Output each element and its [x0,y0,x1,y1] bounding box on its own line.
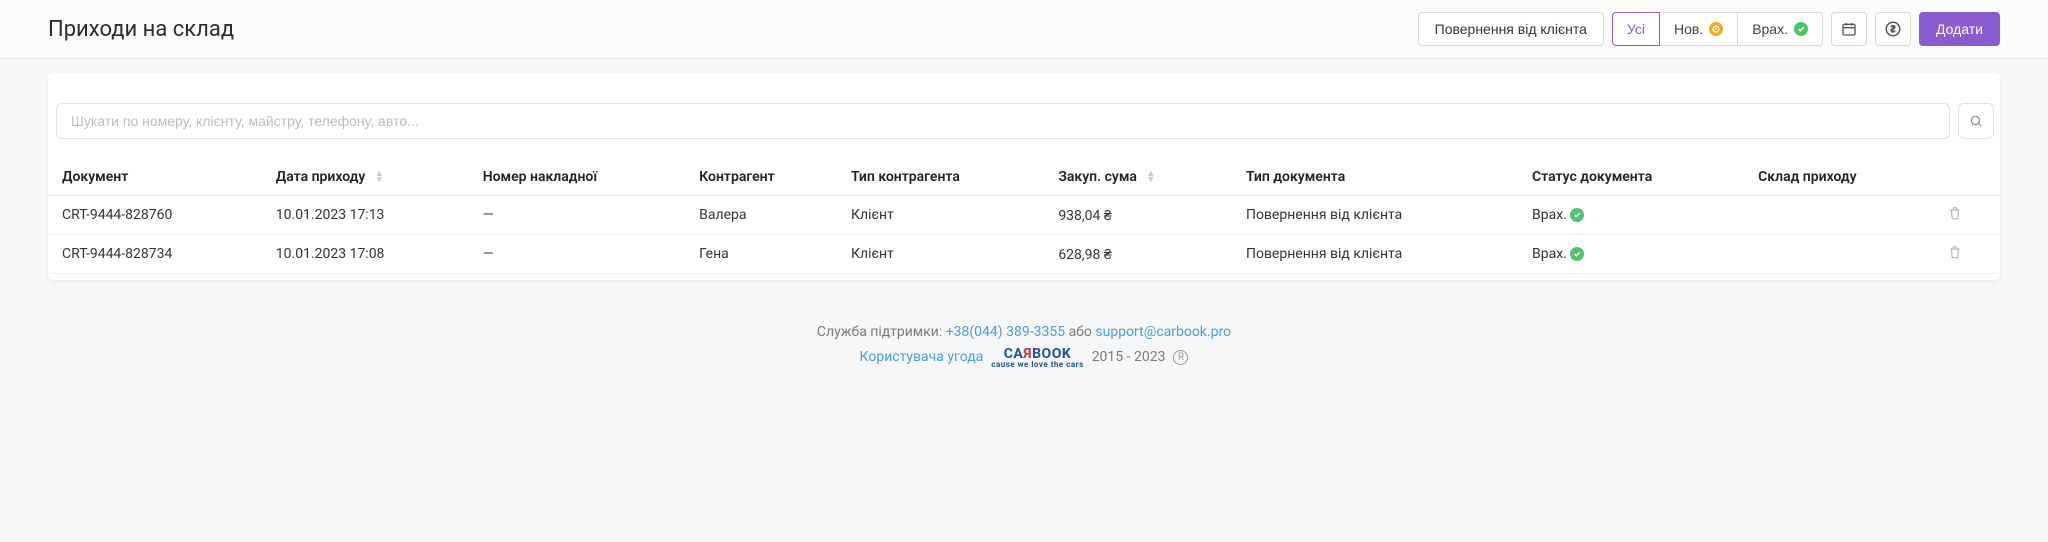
check-icon [1794,22,1808,36]
col-counterparty[interactable]: Контрагент [691,159,843,196]
cell-date: 10.01.2023 17:13 [268,196,475,235]
filter-all-button[interactable]: Усі [1612,12,1660,46]
cell-doc-status: Врах. [1524,196,1750,235]
cell-doc-type: Повернення від клієнта [1238,196,1524,235]
cell-amount: 628,98 ₴ [1050,235,1238,274]
table-row[interactable]: CRT-9444-828760 10.01.2023 17:13 — Валер… [48,196,2000,235]
sort-icon: ▲▼ [375,171,384,183]
search-icon [1969,114,1983,128]
support-label: Служба підтримки: [817,324,942,340]
col-warehouse[interactable]: Склад приходу [1750,159,1940,196]
filter-done-label: Врах. [1752,21,1788,37]
support-phone-link[interactable]: +38(044) 389-3355 [946,324,1065,340]
footer-or: або [1069,324,1092,340]
col-cp-type[interactable]: Тип контрагента [843,159,1050,196]
trash-icon [1948,206,1962,220]
user-agreement-link[interactable]: Користувача угода [860,349,984,365]
years-label: 2015 - 2023 [1092,349,1166,365]
client-return-button[interactable]: Повернення від клієнта [1418,12,1604,46]
support-email-link[interactable]: support@carbook.pro [1095,324,1231,340]
cell-doc-type: Повернення від клієнта [1238,235,1524,274]
filter-done-button[interactable]: Врах. [1737,12,1823,46]
filter-new-button[interactable]: Нов. [1660,12,1737,46]
carbook-logo: CAЯBOOK cause we love the cars [991,346,1083,368]
filter-new-label: Нов. [1674,21,1703,37]
cell-actions [1940,235,2000,274]
cell-actions [1940,196,2000,235]
search-input[interactable] [56,103,1950,139]
footer: Служба підтримки: +38(044) 389-3355 або … [0,304,2048,408]
clock-icon [1709,22,1723,36]
registered-icon: R [1173,350,1188,365]
cell-cp-type: Клієнт [843,235,1050,274]
col-doc-status[interactable]: Статус документа [1524,159,1750,196]
col-date-label: Дата приходу [276,169,366,185]
page-title: Приходи на склад [48,17,234,42]
delete-button[interactable] [1948,206,1962,220]
col-amount-label: Закуп. сума [1058,169,1137,185]
col-doc[interactable]: Документ [48,159,268,196]
cell-date: 10.01.2023 17:08 [268,235,475,274]
calendar-button[interactable] [1831,12,1867,46]
check-icon [1570,208,1584,222]
cell-invoice: — [475,235,691,274]
col-doc-type[interactable]: Тип документа [1238,159,1524,196]
trash-icon [1948,245,1962,259]
col-invoice[interactable]: Номер накладної [475,159,691,196]
cell-doc: CRT-9444-828734 [48,235,268,274]
cell-counterparty: Валера [691,196,843,235]
header-actions: Повернення від клієнта Усі Нов. Врах. До… [1418,12,2000,46]
calendar-icon [1841,21,1857,37]
currency-button[interactable] [1875,12,1911,46]
table-row[interactable]: CRT-9444-828734 10.01.2023 17:08 — Гена … [48,235,2000,274]
cell-cp-type: Клієнт [843,196,1050,235]
col-amount[interactable]: Закуп. сума ▲▼ [1050,159,1238,196]
col-actions [1940,159,2000,196]
delete-button[interactable] [1948,245,1962,259]
sort-icon: ▲▼ [1146,171,1155,183]
col-date[interactable]: Дата приходу ▲▼ [268,159,475,196]
status-filter-group: Усі Нов. Врах. [1612,12,1823,46]
cell-warehouse [1750,196,1940,235]
cell-counterparty: Гена [691,235,843,274]
cell-invoice: — [475,196,691,235]
incoming-table: Документ Дата приходу ▲▼ Номер накладної… [48,159,2000,274]
cell-doc-status: Врах. [1524,235,1750,274]
dollar-icon [1884,20,1902,38]
cell-warehouse [1750,235,1940,274]
content-card: Документ Дата приходу ▲▼ Номер накладної… [48,73,2000,280]
cell-doc: CRT-9444-828760 [48,196,268,235]
check-icon [1570,247,1584,261]
search-button[interactable] [1958,103,1994,139]
add-button[interactable]: Додати [1919,12,2000,46]
cell-amount: 938,04 ₴ [1050,196,1238,235]
